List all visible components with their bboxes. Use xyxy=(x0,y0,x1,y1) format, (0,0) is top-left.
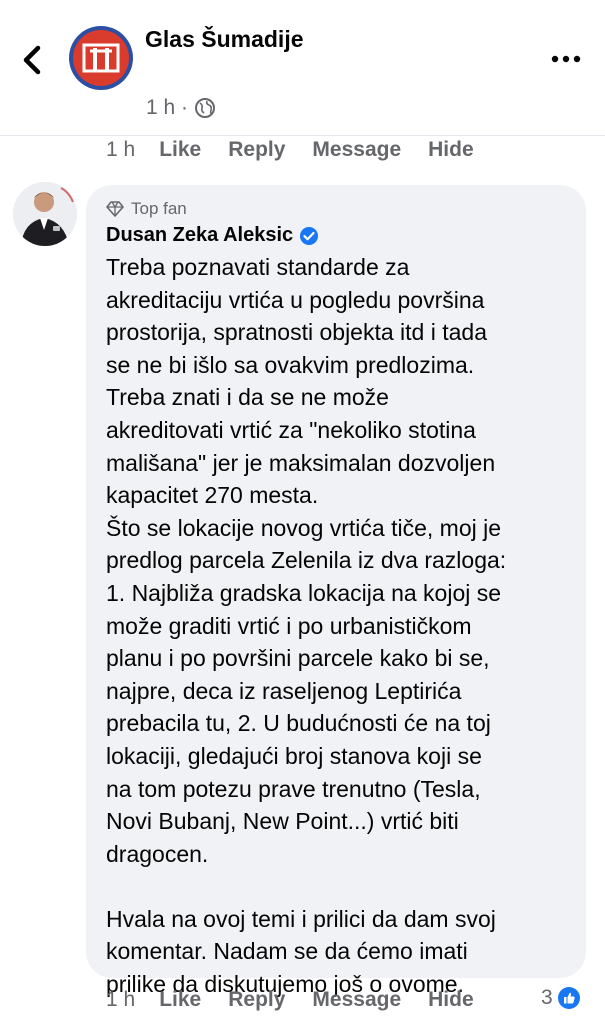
commenter-avatar[interactable] xyxy=(13,182,77,246)
reaction-summary[interactable]: 3 xyxy=(541,986,581,1010)
comment-line: Treba znati i da se ne može xyxy=(106,384,389,411)
user-photo-icon xyxy=(13,182,77,246)
comment-line: komentar. Nadam se da ćemo imati xyxy=(106,938,468,965)
comment-action-bar: 1 h Like Reply Message Hide xyxy=(106,988,501,1012)
comment-line: prebacila tu, 2. U budućnosti će na toj xyxy=(106,710,491,737)
chevron-left-icon xyxy=(23,45,41,75)
comment-line: Novi Bubanj, New Point...) vrtić biti xyxy=(106,808,459,835)
comment-like-button[interactable]: Like xyxy=(159,988,201,1012)
message-button[interactable]: Message xyxy=(312,138,401,162)
comment-line: lokaciji, gledajući broj stanova koji se xyxy=(106,742,482,769)
comment-timestamp: 1 h xyxy=(106,988,136,1011)
comment-line: najpre, deca iz raseljenog Leptirića xyxy=(106,677,462,704)
diamond-icon xyxy=(106,201,124,217)
comment-line: predlog parcela Zelenila iz dva razloga: xyxy=(106,547,507,574)
page-logo-icon xyxy=(82,43,120,73)
comment-line: Hvala na ovoj temi i prilici da dam svoj xyxy=(106,905,496,932)
comment-line: Što se lokacije novog vrtića tiče, moj j… xyxy=(106,514,502,541)
reaction-count: 3 xyxy=(541,986,553,1009)
more-options-button[interactable] xyxy=(548,50,584,68)
comment-line: kapacitet 270 mesta. xyxy=(106,482,319,509)
like-thumb-icon xyxy=(557,987,580,1009)
comment-reply-button[interactable]: Reply xyxy=(228,988,285,1012)
comment-line: planu i po površini parcele kako bi se, xyxy=(106,645,490,672)
like-button[interactable]: Like xyxy=(159,138,201,162)
comment-line xyxy=(106,870,576,903)
comment-text: Treba poznavati standarde za akreditaciju… xyxy=(106,251,576,1001)
more-horizontal-icon xyxy=(551,55,581,63)
page-name[interactable]: Glas Šumadije xyxy=(145,26,304,53)
comment-line: Treba poznavati standarde za xyxy=(106,254,410,280)
author-name: Dusan Zeka Aleksic xyxy=(106,224,294,246)
post-meta: 1 h · xyxy=(146,96,216,120)
comment-message-button[interactable]: Message xyxy=(312,988,401,1012)
comment-author[interactable]: Dusan Zeka Aleksic xyxy=(106,224,319,247)
comment-line: može graditi vrtić i po urbanističkom xyxy=(106,612,472,639)
reply-button[interactable]: Reply xyxy=(228,138,285,162)
top-fan-label: Top fan xyxy=(131,199,187,218)
comment-line: 1. Najbliža gradska lokacija na kojoj se xyxy=(106,579,502,606)
post-action-bar: 1 h Like Reply Message Hide xyxy=(106,138,501,162)
comment-line: dragocen. xyxy=(106,840,209,867)
top-fan-badge: Top fan xyxy=(106,199,187,219)
hide-button[interactable]: Hide xyxy=(428,138,474,162)
comment-line: akreditaciju vrtića u pogledu površina xyxy=(106,286,485,313)
comment-line: se ne bi išlo sa ovakvim predlozima. xyxy=(106,351,475,378)
comment-line: prostorija, spratnosti objekta itd i tad… xyxy=(106,319,487,346)
globe-icon xyxy=(195,98,216,118)
comment-line: na tom potezu prave trenutno (Tesla, xyxy=(106,775,481,802)
post-timestamp: 1 h · xyxy=(146,96,189,119)
comment-line: akreditovati vrtić za "nekoliko stotina xyxy=(106,416,476,443)
verified-badge-icon xyxy=(300,226,319,245)
comment-hide-button[interactable]: Hide xyxy=(428,988,474,1012)
action-timestamp: 1 h xyxy=(106,138,136,161)
comment-line: mališana" jer je maksimalan dozvoljen xyxy=(106,449,496,476)
back-button[interactable] xyxy=(18,40,48,80)
divider xyxy=(0,135,605,136)
page-avatar[interactable] xyxy=(69,26,133,90)
